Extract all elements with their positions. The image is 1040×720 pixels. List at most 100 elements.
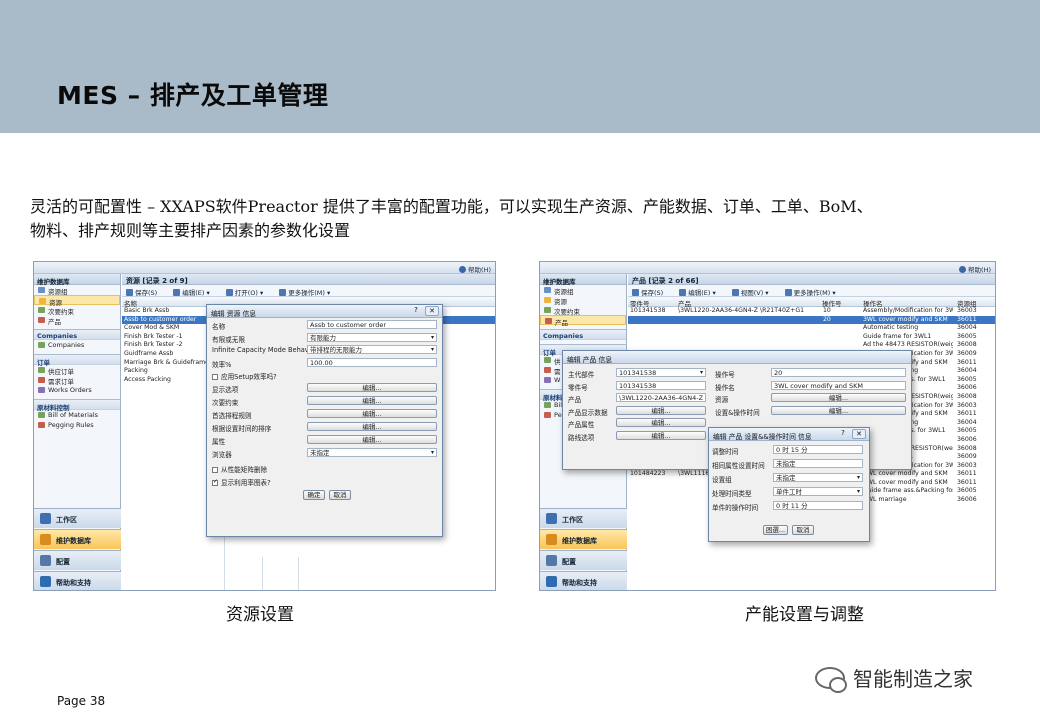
select-field[interactable]: 单件工时 — [773, 487, 863, 496]
item-icon — [544, 412, 551, 418]
nav-section-button[interactable]: 配置 — [540, 550, 627, 570]
item-icon — [39, 298, 46, 304]
edit-button[interactable]: 编辑... — [616, 430, 706, 440]
text-field[interactable]: 100.00 — [307, 357, 437, 367]
nav-section-button[interactable]: 维护数据库 — [540, 529, 627, 549]
select-field[interactable]: 未指定 — [773, 473, 863, 482]
nav-item[interactable]: Pegging Rules — [34, 420, 120, 430]
toolbar-button[interactable]: 编辑(E) ▾ — [679, 289, 724, 297]
field-label: 处理时间类型 — [712, 490, 752, 498]
nav-section-button[interactable]: 帮助和支持 — [540, 571, 627, 590]
nav-item[interactable]: 资源 — [540, 295, 626, 306]
form-row: 相同属性设置时间 未指定 — [709, 458, 869, 470]
toolbar-button[interactable]: 更多操作(M) ▾ — [279, 289, 338, 297]
nav-item[interactable]: 次要约束 — [34, 305, 120, 316]
nav-item[interactable]: 供应订单 — [34, 365, 120, 376]
checkbox-label[interactable]: 应用Setup效率吗? — [212, 371, 277, 381]
toolbar-icon — [679, 289, 687, 296]
form-row: 设置&操作时间 编辑... — [563, 405, 911, 417]
toolbar-label: 视图(V) ▾ — [740, 289, 769, 297]
checkbox-label[interactable]: 显示利用率图表? — [212, 477, 271, 487]
text-field[interactable]: 0 时 11 分 — [773, 501, 863, 510]
toolbar-button[interactable]: 视图(V) ▾ — [731, 289, 777, 297]
cell-resource: 36004 — [957, 418, 977, 426]
toolbar-button[interactable]: 保存(S) — [126, 289, 165, 297]
cell-resource: 36003 — [957, 307, 977, 314]
cell-resource: 36003 — [957, 461, 977, 469]
item-icon — [544, 287, 551, 293]
cancel-button[interactable]: 取消 — [329, 490, 351, 500]
cell-resource: 36011 — [957, 315, 977, 323]
select-field[interactable]: 未指定 — [307, 448, 437, 457]
table-row[interactable]: Guide frame for 3WL1 36005 — [628, 333, 995, 342]
nav-section-button[interactable]: 工作区 — [540, 508, 627, 528]
close-icon[interactable]: ✕ — [852, 429, 866, 439]
text-field[interactable]: 0 时 15 分 — [773, 445, 863, 454]
checkbox-label[interactable]: 从性能矩阵删除 — [212, 464, 267, 474]
checkbox[interactable] — [212, 478, 218, 486]
item-icon — [38, 367, 45, 373]
field-label: 调整时间 — [712, 448, 739, 456]
edit-button[interactable]: 编辑... — [307, 435, 437, 444]
nav-section-header[interactable]: 原材料控制 — [34, 399, 120, 412]
edit-button[interactable]: 编辑... — [307, 396, 437, 405]
toolbar-label: 保存(S) — [135, 289, 158, 297]
edit-button[interactable]: 编辑... — [307, 422, 437, 431]
close-icon[interactable]: ✕ — [425, 306, 439, 316]
field-label: 次要约束 — [212, 399, 239, 407]
nav-section-header[interactable]: Companies — [34, 329, 120, 340]
ok-button[interactable]: 困選... — [763, 525, 788, 535]
select-field[interactable]: 有限能力 — [307, 332, 437, 342]
nav-item-label: Pe — [554, 411, 562, 419]
nav-item[interactable]: Companies — [34, 340, 120, 350]
checkbox[interactable] — [212, 467, 218, 473]
nav-item[interactable]: 需求订单 — [34, 375, 120, 386]
nav-item[interactable]: Bill of Materials — [34, 410, 120, 420]
watermark: 智能制造之家 — [815, 663, 973, 693]
checkbox[interactable] — [212, 374, 218, 380]
table-row[interactable]: Automatic testing 36004 — [628, 324, 995, 333]
table-row[interactable]: 101341538 \3WL1220-2AA36-4GN4-Z \R21T40Z+… — [628, 307, 995, 316]
text-field[interactable]: Assb to customer order — [307, 320, 437, 329]
edit-button[interactable]: 编辑... — [771, 405, 906, 415]
help-icon[interactable]: ? — [837, 429, 849, 439]
nav-section-header[interactable]: Companies — [540, 329, 626, 340]
form-row: 操作名 3WL cover modify and SKM — [563, 380, 911, 392]
toolbar-button[interactable]: 打开(O) ▾ — [225, 289, 272, 297]
cell-resource: 36005 — [957, 332, 977, 340]
toolbar-button[interactable]: 编辑(E) ▾ — [173, 289, 218, 297]
toolbar-icon — [731, 289, 739, 296]
nav-section-button[interactable]: 帮助和支持 — [34, 571, 121, 590]
table-row[interactable]: 20 3WL cover modify and SKM 36011 — [628, 315, 995, 325]
nav-item[interactable]: 资源 — [34, 295, 120, 307]
nav-section-button[interactable]: 维护数据库 — [34, 529, 121, 549]
checkbox-text: 从性能矩阵删除 — [221, 466, 268, 474]
edit-button[interactable]: 编辑... — [307, 383, 437, 392]
edit-button[interactable]: 编辑... — [771, 393, 906, 402]
nav-item[interactable]: 产品 — [34, 315, 120, 326]
text-field[interactable]: 20 — [771, 368, 906, 377]
section-icon — [546, 534, 557, 545]
text-field[interactable]: 未指定 — [773, 459, 863, 468]
ok-button[interactable]: 确定 — [303, 490, 325, 500]
nav-item[interactable]: Works Orders — [34, 385, 120, 395]
nav-item[interactable]: 次要约束 — [540, 305, 626, 316]
edit-button[interactable]: 编辑... — [307, 409, 437, 418]
nav-section-button[interactable]: 工作区 — [34, 508, 121, 528]
cancel-button[interactable]: 取消 — [792, 525, 814, 535]
help-menu[interactable]: 帮助(H) — [959, 264, 991, 274]
nav-section-button[interactable]: 配置 — [34, 550, 121, 570]
toolbar-button[interactable]: 更多操作(M) ▾ — [784, 289, 844, 297]
nav-item[interactable]: 产品 — [540, 315, 626, 327]
select-field[interactable]: 带排程的无限能力 — [307, 345, 437, 354]
help-menu[interactable]: 帮助(H) — [459, 264, 491, 274]
text-field[interactable]: 3WL cover modify and SKM — [771, 380, 906, 390]
edit-button[interactable]: 编辑... — [616, 418, 706, 427]
nav-item[interactable]: 资源组 — [34, 285, 120, 296]
help-icon[interactable]: ? — [410, 306, 422, 316]
nav-section-header[interactable]: 订单 — [34, 354, 120, 367]
toolbar-button[interactable]: 保存(S) — [632, 289, 671, 297]
form-row: 效率% 100.00 — [207, 357, 442, 369]
nav-item[interactable]: 资源组 — [540, 285, 626, 296]
table-row[interactable]: Ad the 48473 RESISTOR(weigh 36008 — [628, 341, 995, 350]
